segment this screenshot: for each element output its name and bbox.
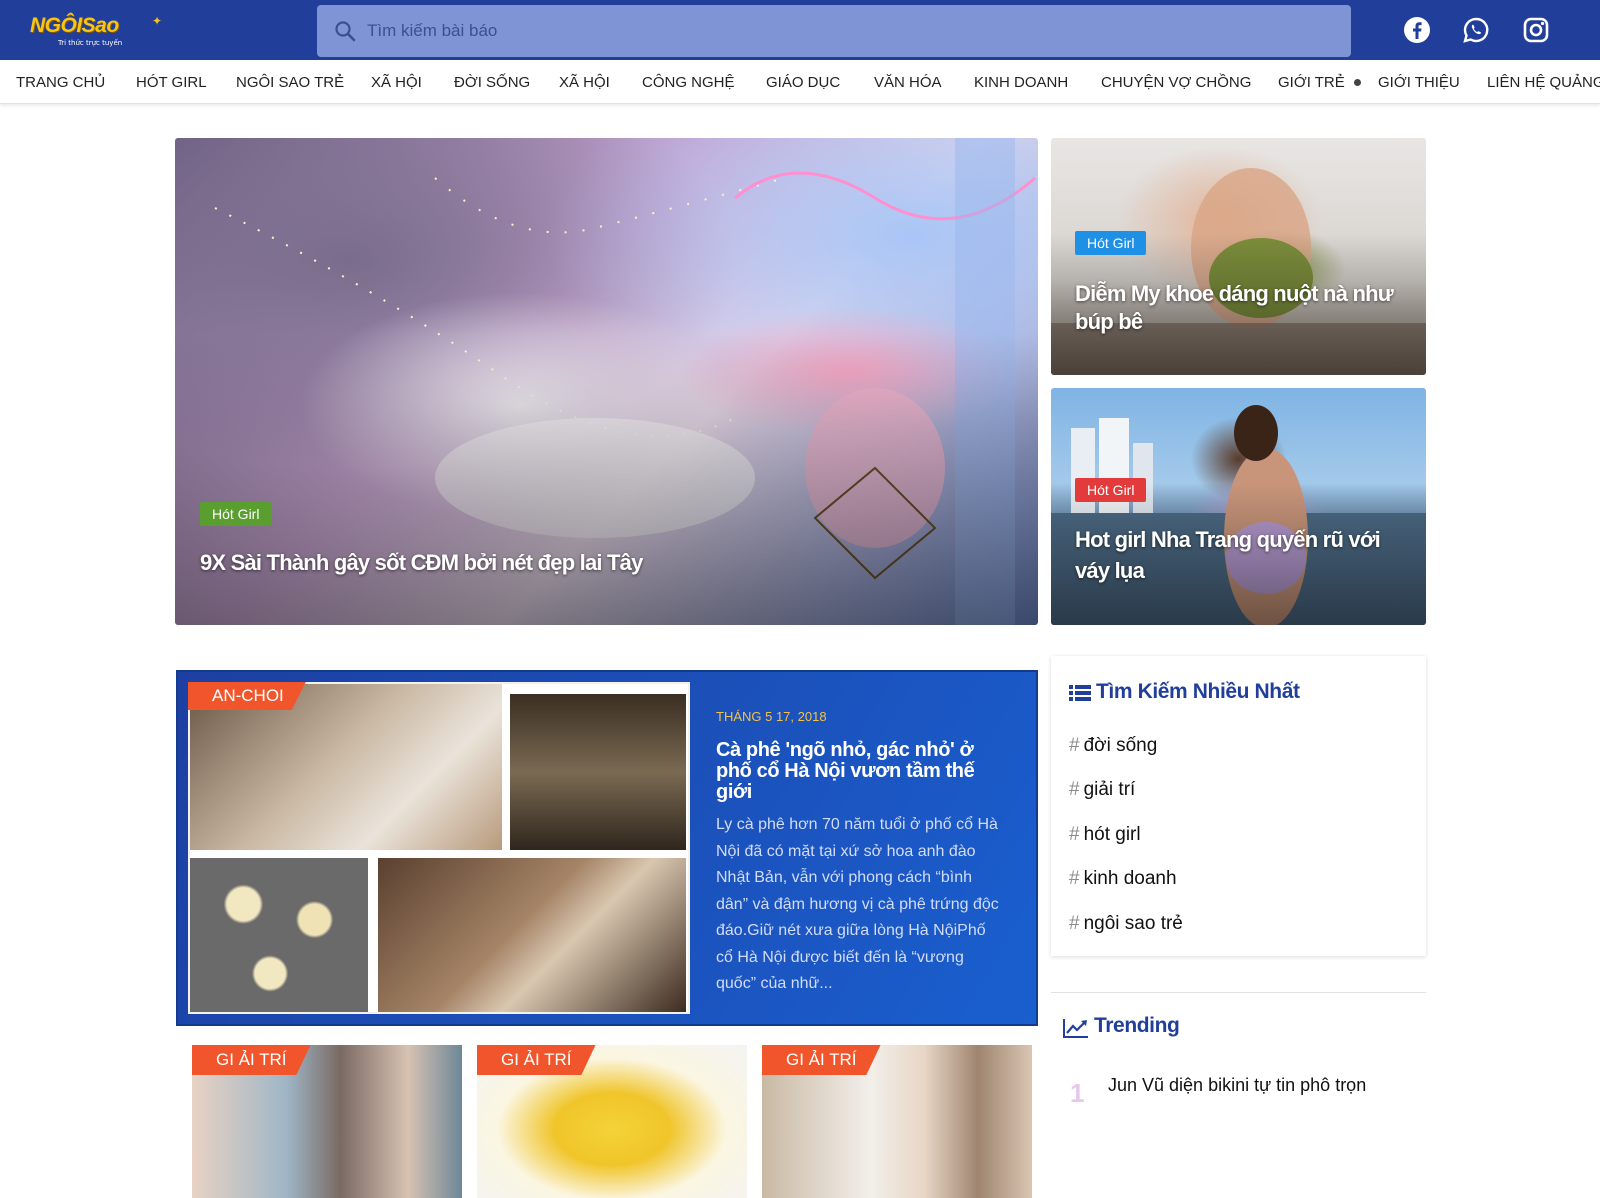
- main-navigation: TRANG CHỦ HÓT GIRL NGÔI SAO TRẺ XÃ HỘI Đ…: [0, 60, 1600, 104]
- nav-item-chuyen-vo-chong[interactable]: CHUYỆN VỢ CHỒNG: [1101, 74, 1251, 91]
- facebook-icon[interactable]: [1403, 16, 1431, 44]
- instagram-icon[interactable]: [1522, 16, 1550, 44]
- hash-icon: #: [1069, 824, 1080, 845]
- hero-side-article-1[interactable]: Hót Girl Diễm My khoe dáng nuột nà như b…: [1051, 138, 1426, 375]
- tag-label: đời sống: [1083, 735, 1158, 756]
- tag-link-2[interactable]: # giải trí: [1069, 779, 1135, 801]
- nav-item-ngoi-sao-tre[interactable]: NGÔI SAO TRẺ: [236, 74, 344, 91]
- hash-icon: #: [1069, 735, 1080, 756]
- hash-icon: #: [1069, 913, 1080, 934]
- collage-photo-egg-coffee: [190, 858, 368, 1012]
- popular-searches-widget: Tìm Kiếm Nhiều Nhất # đời sống # giải trí …: [1051, 656, 1426, 956]
- hero-side-category-badge-2[interactable]: Hót Girl: [1075, 478, 1147, 502]
- featured-article[interactable]: AN-CHOI THÁNG 5 17, 2018 Cà phê 'ngõ nhỏ…: [176, 670, 1038, 1026]
- hero-side-overlay-2: [1051, 482, 1426, 625]
- list-icon: [1069, 685, 1091, 701]
- nav-item-gioi-thieu[interactable]: GIỚI THIỆU: [1378, 74, 1460, 91]
- search-bar[interactable]: [317, 5, 1351, 57]
- hash-icon: #: [1069, 779, 1080, 800]
- nav-item-lien-he-quang[interactable]: LIÊN HỆ QUẢNG: [1487, 74, 1600, 91]
- featured-image-collage[interactable]: [188, 682, 690, 1014]
- nav-item-trang-chu[interactable]: TRANG CHỦ: [16, 74, 105, 91]
- tag-label: kinh doanh: [1083, 868, 1177, 889]
- search-icon[interactable]: [333, 19, 357, 43]
- collage-photo-cafe-interior: [378, 858, 686, 1012]
- small-card-category-badge-3[interactable]: GI ẢI TRÍ: [762, 1045, 881, 1075]
- trending-title: Trending: [1094, 1014, 1180, 1037]
- tag-label: ngôi sao trẻ: [1083, 913, 1183, 934]
- tag-link-1[interactable]: # đời sống: [1069, 735, 1157, 757]
- tag-link-3[interactable]: # hót girl: [1069, 824, 1141, 846]
- nav-item-hot-girl[interactable]: HÓT GIRL: [136, 74, 207, 91]
- small-card-category-badge-1[interactable]: GI ẢI TRÍ: [192, 1045, 311, 1075]
- hero-side-title-1-line2[interactable]: búp bê: [1075, 309, 1143, 335]
- trending-item-1[interactable]: Jun Vũ diện bikini tự tin phô trọn: [1108, 1075, 1366, 1096]
- tag-link-5[interactable]: # ngôi sao trẻ: [1069, 913, 1183, 935]
- tag-label: giải trí: [1083, 779, 1136, 800]
- nav-item-xa-hoi[interactable]: XÃ HỘI: [371, 74, 422, 91]
- small-article-card-2[interactable]: GI ẢI TRÍ: [477, 1045, 747, 1198]
- hero-main-category-badge[interactable]: Hót Girl: [200, 502, 272, 526]
- nav-item-doi-song[interactable]: ĐỜI SỐNG: [454, 74, 530, 91]
- featured-description: Ly cà phê hơn 70 năm tuổi ở phố cổ Hà Nộ…: [716, 816, 999, 992]
- small-article-card-1[interactable]: GI ẢI TRÍ: [192, 1045, 462, 1198]
- site-logo[interactable]: NGÔISao ✦ Tri thức trực tuyến: [28, 10, 168, 50]
- logo-tagline: Tri thức trực tuyến: [58, 39, 123, 47]
- nav-item-gioi-tre[interactable]: GIỚI TRẺ: [1278, 74, 1345, 91]
- small-card-category-badge-2[interactable]: GI ẢI TRÍ: [477, 1045, 596, 1075]
- top-header: NGÔISao ✦ Tri thức trực tuyến: [0, 0, 1600, 60]
- nav-separator-dot: [1354, 79, 1361, 86]
- sidebar-divider: [1051, 992, 1426, 993]
- search-input[interactable]: [367, 5, 1327, 57]
- nav-item-van-hoa[interactable]: VĂN HÓA: [874, 74, 942, 91]
- hero-main-title[interactable]: 9X Sài Thành gây sốt CĐM bởi nét đẹp lai…: [200, 550, 643, 576]
- featured-title[interactable]: Cà phê 'ngõ nhỏ, gác nhỏ' ở phố cổ Hà Nộ…: [716, 740, 1006, 803]
- nav-item-xa-hoi-2[interactable]: XÃ HỘI: [559, 74, 610, 91]
- hero-side-title-2-line1[interactable]: Hot girl Nha Trang quyến rũ với: [1075, 527, 1381, 553]
- trending-rank-1: 1: [1070, 1078, 1085, 1108]
- hero-main-article[interactable]: Hót Girl 9X Sài Thành gây sốt CĐM bởi né…: [175, 138, 1038, 625]
- nav-item-cong-nghe[interactable]: CÔNG NGHỆ: [642, 74, 735, 91]
- hero-main-overlay: [175, 332, 1038, 625]
- logo-text: NGÔISao: [30, 14, 119, 37]
- small-article-card-3[interactable]: GI ẢI TRÍ: [762, 1045, 1032, 1198]
- tag-link-4[interactable]: # kinh doanh: [1069, 868, 1177, 890]
- featured-category-badge[interactable]: AN-CHOI: [188, 682, 306, 710]
- hero-side-article-2[interactable]: Hót Girl Hot girl Nha Trang quyến rũ với…: [1051, 388, 1426, 625]
- whatsapp-icon[interactable]: [1462, 16, 1490, 44]
- hero-side-title-2-line2[interactable]: váy lụa: [1075, 558, 1145, 584]
- collage-photo-alley: [510, 694, 686, 850]
- hero-side-title-1-line1[interactable]: Diễm My khoe dáng nuột nà như: [1075, 281, 1394, 307]
- trending-chart-icon: [1063, 1019, 1088, 1038]
- popular-searches-title: Tìm Kiếm Nhiều Nhất: [1096, 680, 1300, 703]
- featured-date: THÁNG 5 17, 2018: [716, 709, 827, 724]
- logo-sparkle-icon: ✦: [152, 14, 163, 28]
- nav-item-giao-duc[interactable]: GIÁO DỤC: [766, 74, 840, 91]
- hero-side-category-badge-1[interactable]: Hót Girl: [1075, 231, 1147, 255]
- tag-label: hót girl: [1083, 824, 1141, 845]
- hash-icon: #: [1069, 868, 1080, 889]
- nav-item-kinh-doanh[interactable]: KINH DOANH: [974, 74, 1068, 91]
